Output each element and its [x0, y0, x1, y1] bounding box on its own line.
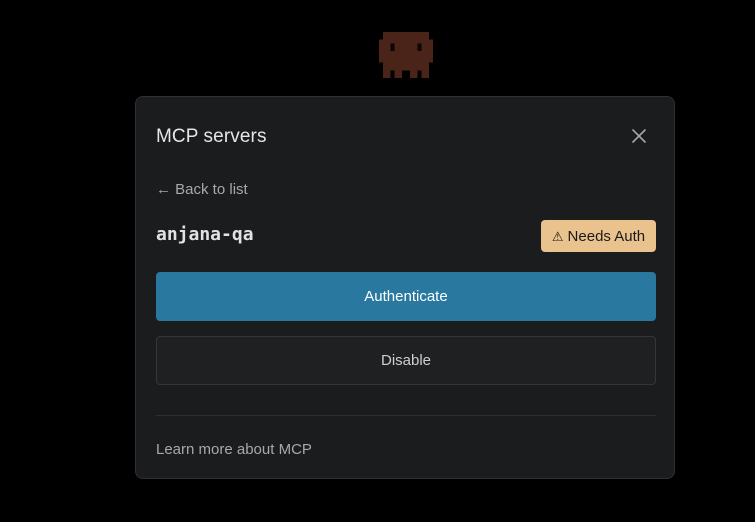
authenticate-button-label: Authenticate: [364, 288, 448, 305]
divider: [156, 415, 656, 416]
disable-button[interactable]: Disable: [156, 336, 656, 385]
mcp-servers-dialog: MCP servers ← Back to list anjana-qa ⚠ N…: [135, 96, 675, 479]
server-name: anjana-qa: [156, 224, 254, 245]
disable-button-label: Disable: [380, 352, 432, 369]
close-icon: [632, 129, 646, 143]
status-badge-label: Needs Auth: [567, 227, 646, 245]
close-button[interactable]: [628, 125, 650, 147]
screen: MCP servers ← Back to list anjana-qa ⚠ N…: [0, 0, 755, 522]
dialog-title: MCP servers: [156, 126, 267, 147]
status-badge: ⚠ Needs Auth: [541, 220, 656, 252]
authenticate-button[interactable]: Authenticate: [156, 272, 656, 321]
learn-more-link[interactable]: Learn more about MCP: [156, 440, 312, 460]
warning-icon: ⚠: [551, 228, 564, 244]
pixel-creature-icon: [379, 32, 433, 78]
back-to-list-link[interactable]: ← Back to list: [156, 180, 248, 200]
